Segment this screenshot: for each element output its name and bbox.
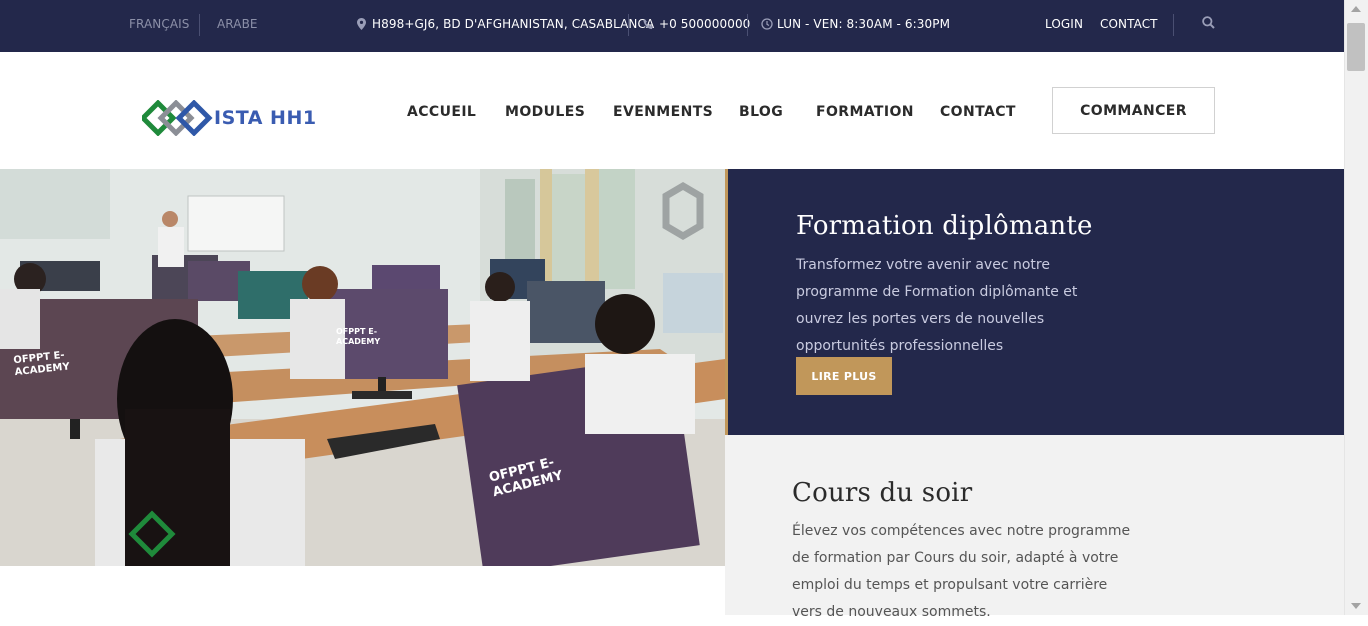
nav-modules[interactable]: MODULES (505, 104, 585, 120)
contact-link[interactable]: CONTACT (1100, 17, 1158, 31)
phone-text[interactable]: +0 500000000 (659, 17, 750, 31)
cours-du-soir-panel: Cours du soir Élevez vos compétences ave… (725, 435, 1344, 620)
scrollbar-thumb[interactable] (1347, 23, 1365, 71)
divider (628, 14, 629, 36)
screen-text: OFPPT E-ACADEMY (336, 327, 381, 346)
vertical-scrollbar[interactable] (1344, 0, 1368, 615)
hero-classroom-image: OFPPT E-ACADEMY OFPPT E-ACADEMY OFPPT E-… (0, 169, 725, 566)
scroll-down-arrow-icon[interactable] (1351, 603, 1361, 609)
commancer-button[interactable]: COMMANCER (1052, 87, 1215, 134)
main-header: ISTA HH1 ACCUEIL MODULES EVENMENTS BLOG … (0, 52, 1344, 169)
nav-evenments[interactable]: EVENMENTS (613, 104, 713, 120)
lang-french-link[interactable]: FRANÇAIS (129, 17, 189, 31)
blank-area (0, 566, 725, 615)
hours-text: LUN - VEN: 8:30AM - 6:30PM (777, 17, 951, 31)
scroll-up-arrow-icon[interactable] (1351, 6, 1361, 12)
logo-text[interactable]: ISTA HH1 (214, 107, 317, 129)
map-pin-icon (357, 17, 366, 35)
panel-title: Formation diplômante (796, 211, 1093, 241)
login-link[interactable]: LOGIN (1045, 17, 1083, 31)
nav-contact[interactable]: CONTACT (940, 104, 1016, 120)
panel-description: Transformez votre avenir avec notre prog… (796, 257, 1078, 354)
nav-blog[interactable]: BLOG (739, 104, 783, 120)
divider (1173, 14, 1174, 36)
phone-icon (643, 17, 654, 35)
panel-description: Élevez vos compétences avec notre progra… (792, 523, 1131, 620)
panel-title: Cours du soir (792, 478, 973, 508)
search-icon[interactable] (1202, 16, 1215, 34)
nav-formation[interactable]: FORMATION (816, 104, 914, 120)
divider (747, 14, 748, 36)
lang-arabic-link[interactable]: ARABE (217, 17, 258, 31)
clock-icon (761, 17, 773, 35)
top-bar: FRANÇAIS ARABE H898+GJ6, BD D'AFGHANISTA… (0, 0, 1344, 52)
divider (199, 14, 200, 36)
address-text: H898+GJ6, BD D'AFGHANISTAN, CASABLANCA (372, 17, 655, 31)
formation-diplomante-panel: Formation diplômante Transformez votre a… (725, 169, 1344, 435)
lire-plus-button[interactable]: LIRE PLUS (796, 357, 892, 395)
nav-accueil[interactable]: ACCUEIL (407, 104, 476, 120)
